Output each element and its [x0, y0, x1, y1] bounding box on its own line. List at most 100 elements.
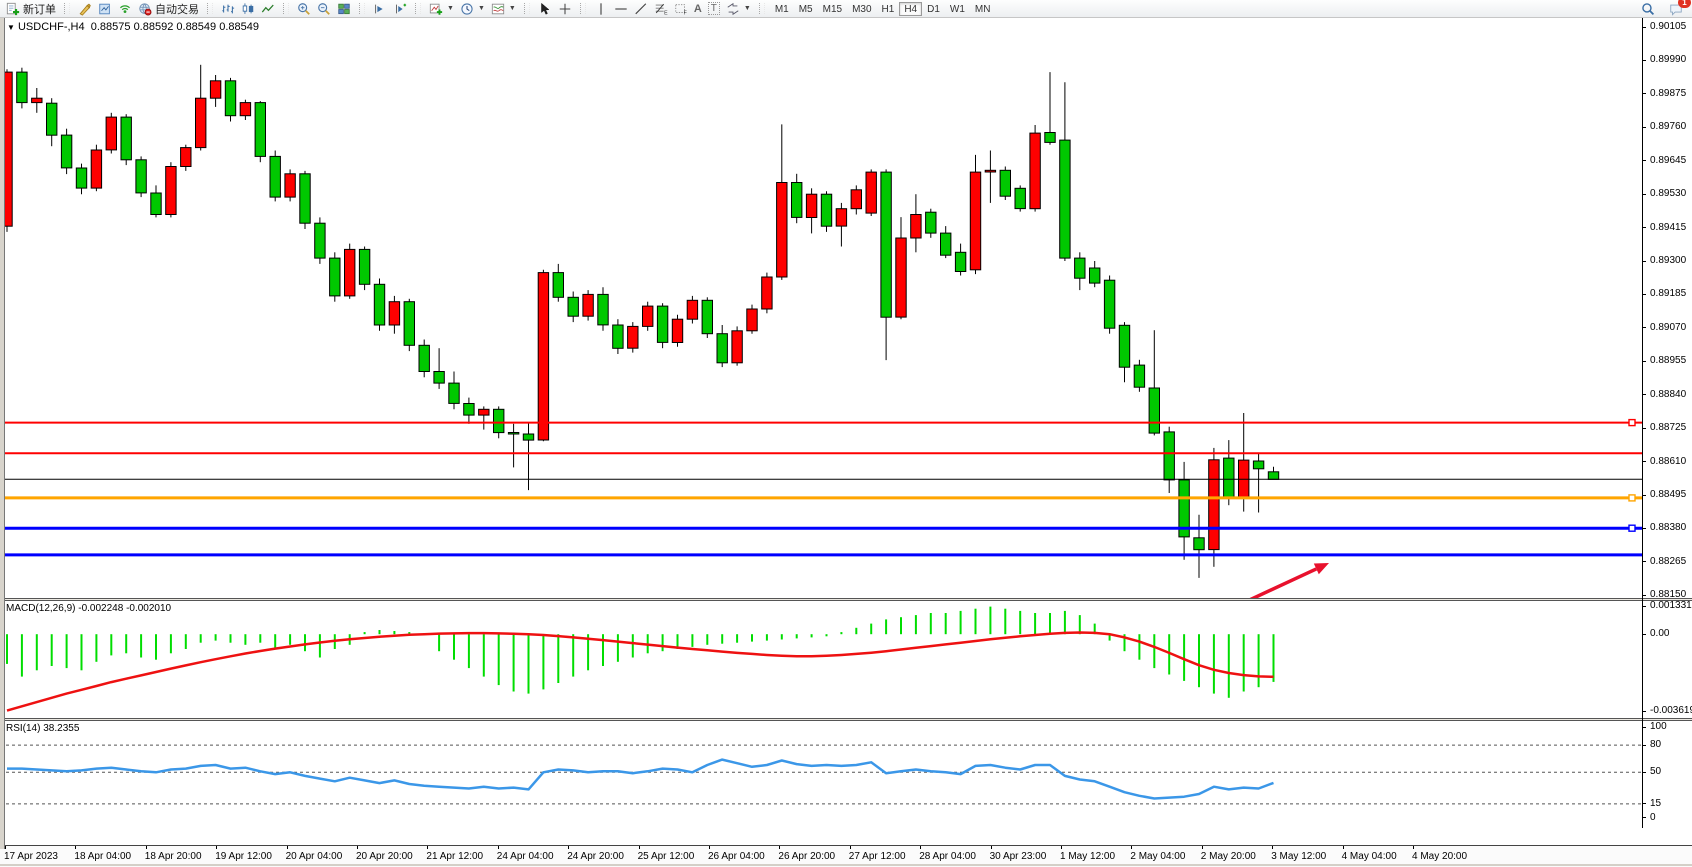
- macd-axis-label: -0.003619: [1650, 705, 1692, 716]
- candle-bear: [76, 168, 86, 188]
- candle-bear: [449, 383, 459, 403]
- hline-handle[interactable]: [1629, 525, 1635, 531]
- price-tick: [1642, 227, 1646, 228]
- trendline-icon: [634, 2, 648, 16]
- timeframe-d1[interactable]: D1: [922, 2, 945, 16]
- time-label: 27 Apr 12:00: [849, 851, 906, 862]
- candle-bear: [1134, 365, 1144, 387]
- label-button[interactable]: T: [705, 1, 723, 17]
- toolbar-grip: [283, 3, 289, 14]
- collapse-triangle-icon[interactable]: ▼: [7, 23, 15, 32]
- horizontal-line-button[interactable]: [611, 1, 631, 17]
- zoom-out-icon: [317, 2, 331, 16]
- hline-handle[interactable]: [1629, 420, 1635, 426]
- time-label: 24 Apr 20:00: [567, 851, 624, 862]
- candle-bear: [359, 249, 369, 284]
- candlestick-button[interactable]: [238, 1, 258, 17]
- candle-bear: [17, 72, 27, 103]
- channel-button[interactable]: F: [671, 1, 691, 17]
- period-clock-button[interactable]: ▼: [457, 1, 488, 17]
- time-label: 2 May 04:00: [1130, 851, 1185, 862]
- candle-bull: [985, 170, 995, 172]
- notifications-button[interactable]: 1: [1666, 1, 1686, 17]
- candle-bear: [1224, 458, 1234, 498]
- candle-bull: [106, 117, 116, 150]
- candle-bull: [628, 326, 638, 348]
- text-button[interactable]: A: [691, 1, 705, 17]
- pencil-tool-button[interactable]: [75, 1, 95, 17]
- cursor-button[interactable]: [535, 1, 555, 17]
- hline-handle[interactable]: [1629, 495, 1635, 501]
- macd-values: -0.002248 -0.002010: [78, 603, 171, 614]
- candle-bear: [315, 223, 325, 258]
- candle-bear: [494, 409, 504, 432]
- candle-bull: [762, 277, 772, 309]
- timeframe-h4[interactable]: H4: [899, 2, 922, 16]
- timeframe-mn[interactable]: MN: [970, 2, 996, 16]
- rsi-axis-label: 15: [1650, 798, 1661, 809]
- time-label: 20 Apr 04:00: [286, 851, 343, 862]
- time-label: 30 Apr 23:00: [990, 851, 1047, 862]
- price-tick: [1642, 127, 1646, 128]
- autotrade-icon: [138, 2, 152, 16]
- shapes-button[interactable]: ▼: [723, 1, 754, 17]
- candles-series: [2, 65, 1279, 578]
- price-chart-pane[interactable]: [0, 17, 1642, 598]
- candle-bear: [792, 183, 802, 218]
- candle-bull: [911, 215, 921, 239]
- crosshair-icon: [558, 2, 572, 16]
- clock-icon: [460, 2, 474, 16]
- rsi-axis-label: 100: [1650, 721, 1667, 732]
- signal-button[interactable]: [115, 1, 135, 17]
- price-tick: [1642, 160, 1646, 161]
- trendline-button[interactable]: [631, 1, 651, 17]
- zoom-in-button[interactable]: [294, 1, 314, 17]
- vertical-line-button[interactable]: [591, 1, 611, 17]
- zoom-out-button[interactable]: [314, 1, 334, 17]
- timeframe-m15[interactable]: M15: [818, 2, 847, 16]
- timeframe-m5[interactable]: M5: [794, 2, 818, 16]
- timeframe-m30[interactable]: M30: [847, 2, 876, 16]
- template-button[interactable]: ▼: [488, 1, 519, 17]
- quote-open: 0.88575: [91, 21, 131, 33]
- quote-close: 0.88549: [219, 21, 259, 33]
- search-button[interactable]: [1638, 1, 1658, 17]
- price-tick: [1642, 294, 1646, 295]
- autotrade-button[interactable]: 自动交易: [135, 1, 202, 17]
- candle-bear: [657, 306, 667, 342]
- auto-scroll-button[interactable]: [370, 1, 390, 17]
- candle-bull: [896, 238, 906, 317]
- timeframe-h1[interactable]: H1: [877, 2, 900, 16]
- horizontal-line-icon: [614, 2, 628, 16]
- time-label: 3 May 12:00: [1271, 851, 1326, 862]
- bar-chart-button[interactable]: [218, 1, 238, 17]
- time-label: 20 Apr 20:00: [356, 851, 413, 862]
- candle-bear: [121, 117, 131, 160]
- candle-bull: [210, 81, 220, 98]
- new-order-button[interactable]: 新订单: [3, 1, 59, 17]
- candle-bear: [1194, 538, 1204, 550]
- trend-arrow-line[interactable]: [1243, 569, 1316, 598]
- timeframe-w1[interactable]: W1: [945, 2, 970, 16]
- candle-bull: [1209, 460, 1219, 550]
- timeframe-m1[interactable]: M1: [770, 2, 794, 16]
- time-label: 21 Apr 12:00: [426, 851, 483, 862]
- svg-text:E: E: [664, 10, 668, 16]
- rsi-pane[interactable]: [0, 721, 1642, 828]
- line-chart-button[interactable]: [258, 1, 278, 17]
- indicators-button[interactable]: ▼: [426, 1, 457, 17]
- timeframe-group: M1M5M15M30H1H4D1W1MN: [767, 0, 999, 17]
- rsi-axis-label: 50: [1650, 766, 1661, 777]
- price-tick-label: 0.88610: [1650, 456, 1686, 467]
- chart-window-button[interactable]: [95, 1, 115, 17]
- macd-name: MACD(12,26,9): [6, 603, 75, 614]
- chart-shift-button[interactable]: [390, 1, 410, 17]
- crosshair-button[interactable]: [555, 1, 575, 17]
- fibonacci-button[interactable]: E: [651, 1, 671, 17]
- candle-bear: [61, 135, 71, 168]
- price-axis[interactable]: 0.901050.899900.898750.897600.896450.895…: [1642, 17, 1692, 828]
- candle-bull: [389, 302, 399, 325]
- macd-pane[interactable]: [0, 601, 1642, 718]
- tile-windows-button[interactable]: [334, 1, 354, 17]
- rsi-tick: [1642, 803, 1646, 804]
